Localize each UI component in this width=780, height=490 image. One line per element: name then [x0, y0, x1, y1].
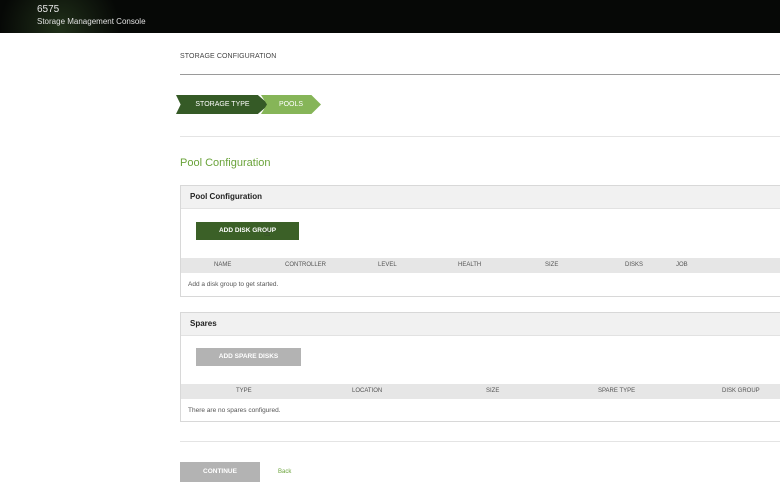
pool-empty-message: Add a disk group to get started. — [188, 281, 279, 288]
column-header-controller[interactable]: CONTROLLER — [285, 258, 326, 273]
column-header-type[interactable]: TYPE — [236, 384, 252, 399]
app-header: 6575 Storage Management Console — [0, 0, 780, 33]
section-heading: Pool Configuration — [180, 157, 271, 169]
column-header-job[interactable]: JOB — [676, 258, 688, 273]
spares-panel: Spares ADD SPARE DISKS TYPE LOCATION SIZ… — [180, 312, 780, 422]
add-disk-group-button[interactable]: ADD DISK GROUP — [196, 222, 299, 240]
title-divider — [180, 74, 780, 75]
back-link[interactable]: Back — [278, 469, 291, 475]
pointer-cursor-icon: ☝ — [264, 228, 271, 239]
column-header-level[interactable]: LEVEL — [378, 258, 397, 273]
wizard-divider — [180, 136, 780, 137]
column-header-health[interactable]: HEALTH — [458, 258, 481, 273]
column-header-disk-group[interactable]: DISK GROUP — [722, 384, 760, 399]
add-spare-disks-button[interactable]: ADD SPARE DISKS — [196, 348, 301, 366]
column-header-name[interactable]: NAME — [214, 258, 231, 273]
spares-panel-title: Spares — [181, 313, 780, 336]
wizard-step-storage-type[interactable]: STORAGE TYPE — [176, 95, 269, 114]
continue-button[interactable]: CONTINUE — [180, 462, 260, 482]
column-header-disks[interactable]: DISKS — [625, 258, 643, 273]
spares-empty-message: There are no spares configured. — [188, 407, 281, 414]
column-header-size[interactable]: SIZE — [486, 384, 499, 399]
footer-divider — [180, 441, 780, 442]
wizard-step-pools[interactable]: POOLS — [261, 95, 321, 114]
pool-table-header: NAME CONTROLLER LEVEL HEALTH SIZE DISKS … — [181, 258, 780, 273]
spares-table-header: TYPE LOCATION SIZE SPARE TYPE DISK GROUP — [181, 384, 780, 399]
pool-configuration-panel: Pool Configuration ADD DISK GROUP ☝ NAME… — [180, 185, 780, 297]
column-header-size[interactable]: SIZE — [545, 258, 558, 273]
console-title: Storage Management Console — [37, 17, 146, 26]
column-header-location[interactable]: LOCATION — [352, 384, 382, 399]
pool-panel-title: Pool Configuration — [181, 186, 780, 209]
device-model: 6575 — [37, 4, 60, 15]
page-title: STORAGE CONFIGURATION — [180, 53, 277, 60]
column-header-spare-type[interactable]: SPARE TYPE — [598, 384, 635, 399]
